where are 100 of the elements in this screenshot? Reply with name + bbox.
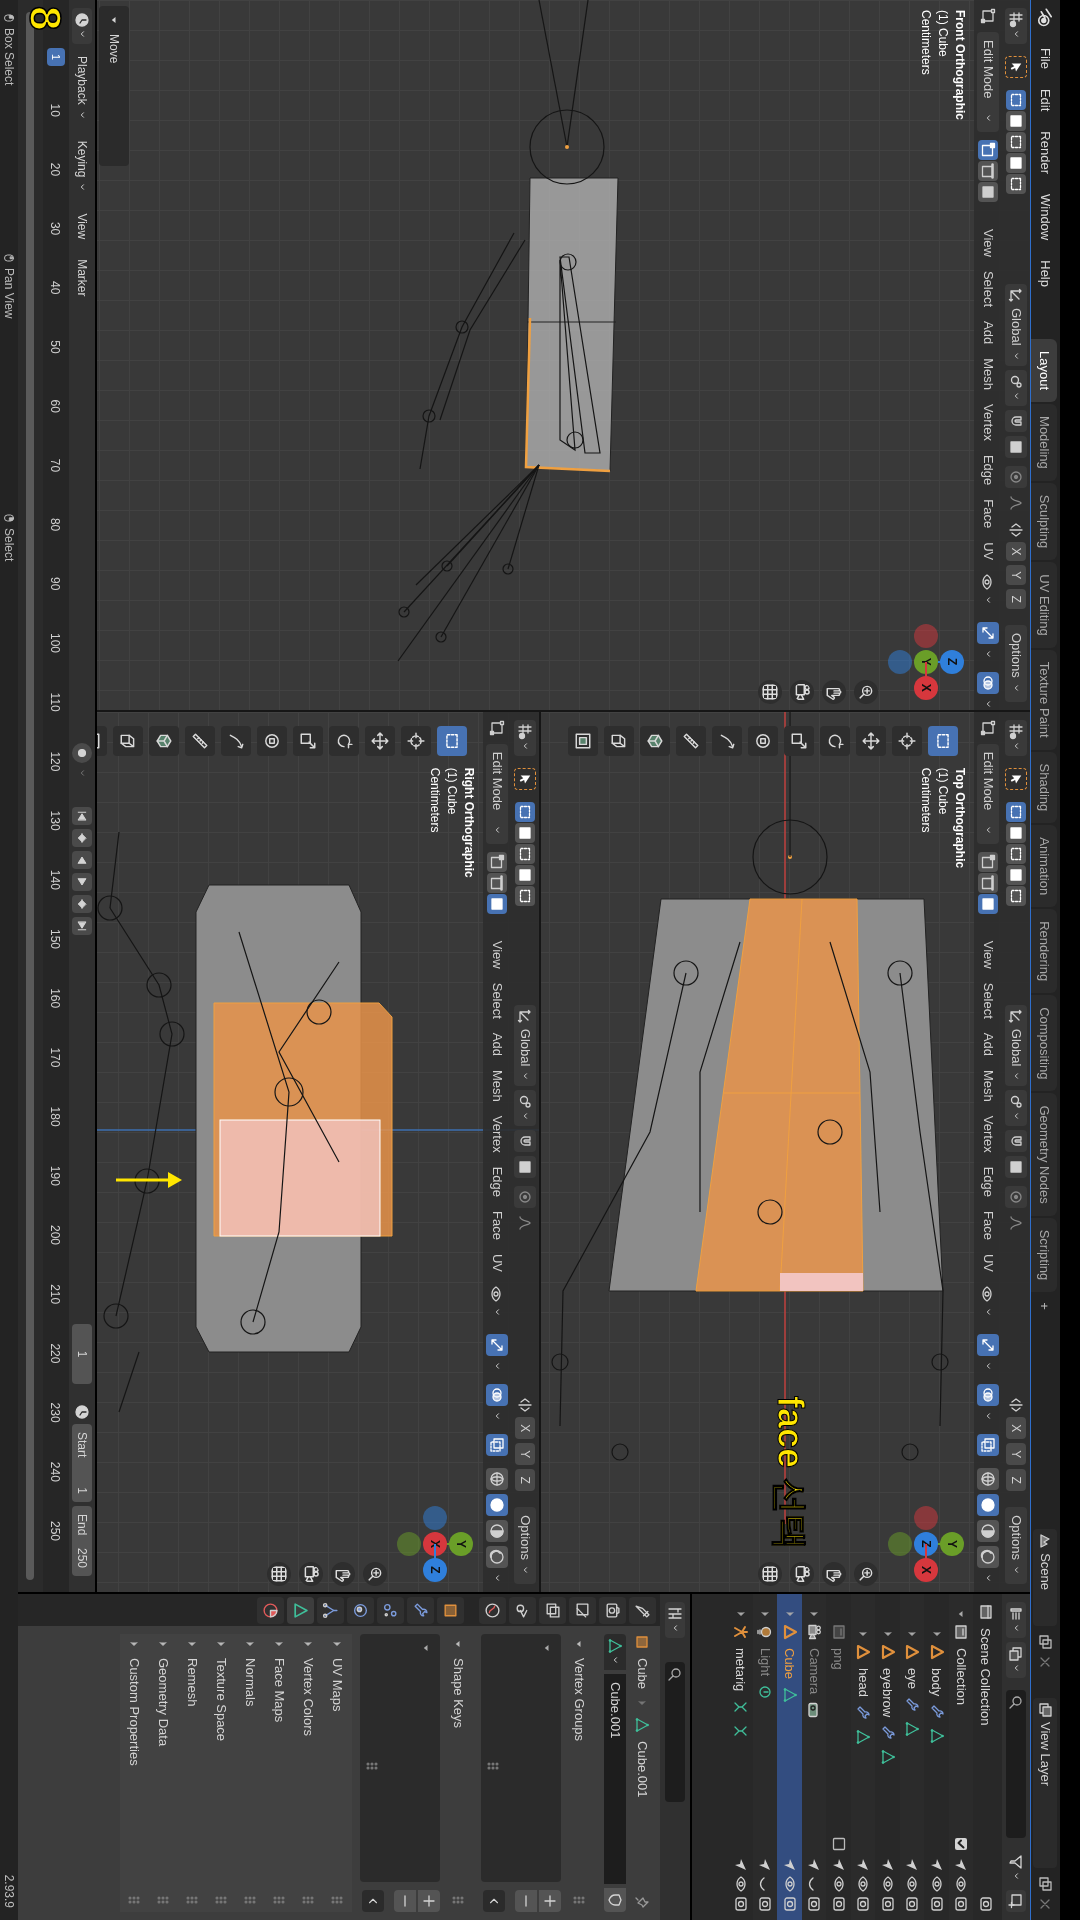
panel-header[interactable]: Vertex Colors — [294, 1634, 323, 1912]
outliner-row[interactable]: Cube — [777, 1594, 802, 1920]
axis-toggle[interactable]: X — [1006, 1417, 1026, 1440]
operator-panel[interactable]: Move — [98, 6, 129, 166]
menu-item[interactable]: Vertex — [486, 1109, 508, 1159]
orientation-dropdown[interactable]: Global — [1005, 1004, 1027, 1087]
datablock-name-field[interactable]: Cube.001 — [604, 1674, 626, 1884]
panel-header[interactable]: Geometry Data — [149, 1634, 178, 1912]
end-frame-field[interactable]: End 250 — [71, 1506, 92, 1576]
frame-number: 250 — [46, 1521, 63, 1541]
frame-number: 70 — [46, 458, 63, 473]
workspace-tab[interactable]: Shading — [1031, 751, 1057, 824]
menu-item[interactable]: Face — [977, 1205, 999, 1246]
axis-toggle[interactable]: Z — [1006, 589, 1026, 609]
menu-item[interactable]: Edge — [977, 448, 999, 492]
status-hint: Pan View — [1, 268, 17, 319]
current-frame-field[interactable]: 1 — [71, 1324, 92, 1384]
scene-selector[interactable]: Scene — [1033, 1529, 1058, 1626]
add-workspace-button[interactable]: + — [1031, 1294, 1057, 1318]
menu-item[interactable]: Help — [1033, 252, 1058, 295]
menu-item[interactable]: UV — [977, 536, 999, 567]
frame-number: 240 — [46, 1461, 63, 1482]
menu-item[interactable]: File — [1033, 40, 1058, 77]
object-name: (1) Cube — [935, 10, 951, 59]
menu-item[interactable]: Window — [1033, 186, 1058, 249]
menu-item[interactable]: View — [71, 205, 92, 248]
menu-item[interactable]: Marker — [71, 251, 92, 305]
menu-item[interactable]: UV — [486, 1247, 508, 1278]
mode-dropdown[interactable]: Edit Mode — [977, 743, 999, 844]
axis-toggle[interactable]: Z — [1006, 1469, 1026, 1492]
status-hint: Box Select — [1, 28, 17, 86]
menu-item[interactable]: Mesh — [977, 352, 999, 397]
panel-header[interactable]: Texture Space — [207, 1634, 236, 1912]
menu-item[interactable]: UV — [977, 1247, 999, 1278]
menu-item[interactable]: Edit — [1033, 80, 1058, 120]
menu-item[interactable]: Edge — [486, 1160, 508, 1204]
menu-item[interactable]: Face — [486, 1205, 508, 1246]
workspace-tab[interactable]: Animation — [1031, 825, 1057, 908]
menu-item[interactable]: Select — [977, 264, 999, 314]
workspace-tab[interactable]: Texture Paint — [1031, 649, 1057, 750]
workspace-tab[interactable]: UV Editing — [1031, 562, 1057, 648]
axis-toggle[interactable]: Y — [515, 1443, 535, 1466]
options-dropdown[interactable]: Options — [1005, 624, 1027, 702]
view-layer-selector[interactable]: View Layer — [1033, 1698, 1058, 1868]
item-name: Cube — [781, 1648, 799, 1680]
menu-item[interactable]: Mesh — [486, 1064, 508, 1108]
workspace-tab[interactable]: Sculpting — [1031, 482, 1057, 561]
axis-toggle[interactable]: Y — [1006, 1443, 1026, 1466]
axis-label: Z — [940, 649, 964, 674]
frame-number: 10 — [46, 103, 63, 117]
menu-item[interactable]: Render — [1033, 123, 1058, 182]
menu-item[interactable]: Add — [977, 1026, 999, 1062]
frame-number: 190 — [46, 1165, 63, 1186]
menu-item[interactable]: Select — [977, 976, 999, 1025]
panel-header[interactable]: Face Maps — [265, 1634, 294, 1912]
breadcrumb-item: Cube.001 — [633, 1741, 651, 1798]
workspace-tab[interactable]: Geometry Nodes — [1031, 1093, 1057, 1216]
workspace-tab[interactable]: Layout — [1031, 339, 1057, 403]
menu-item[interactable]: Select — [486, 976, 508, 1025]
frame-number: 230 — [46, 1402, 63, 1423]
axis-toggle[interactable]: Y — [1006, 565, 1026, 586]
menu-item[interactable]: Vertex — [977, 1109, 999, 1159]
menu-item[interactable]: Add — [977, 315, 999, 351]
workspace-tab[interactable]: Scripting — [1031, 1217, 1057, 1293]
panel-header[interactable]: UV Maps — [323, 1634, 352, 1912]
panel-header[interactable]: Custom Properties — [120, 1634, 149, 1912]
axis-toggle[interactable]: X — [1006, 541, 1026, 562]
frame-number: 220 — [46, 1343, 63, 1364]
menu-item[interactable]: Face — [977, 493, 999, 535]
axis-toggle[interactable]: X — [515, 1417, 535, 1440]
orientation-dropdown[interactable]: Global — [514, 1004, 536, 1087]
mode-dropdown[interactable]: Edit Mode — [977, 32, 999, 132]
item-name: Scene Collection — [977, 1628, 995, 1726]
orientation-dropdown[interactable]: Global — [1005, 284, 1027, 366]
options-dropdown[interactable]: Options — [1005, 1507, 1027, 1584]
menu-item[interactable]: Add — [486, 1026, 508, 1062]
menu-item[interactable]: View — [486, 934, 508, 975]
menu-dropdown[interactable]: Keying — [71, 132, 92, 202]
frame-indicator: 1 — [46, 48, 65, 66]
menu-item[interactable]: View — [977, 223, 999, 263]
annotation-label: face 선택 — [772, 1396, 808, 1551]
start-frame-field[interactable]: Start 1 — [71, 1424, 92, 1502]
workspace-tab[interactable]: Rendering — [1031, 909, 1057, 994]
version-label: 2.93.9 — [1, 1874, 17, 1908]
workspace-tab[interactable]: Compositing — [1031, 995, 1057, 1092]
axis-toggle[interactable]: Z — [515, 1469, 535, 1492]
frame-number: 20 — [46, 162, 63, 177]
frame-number: 110 — [46, 692, 63, 712]
menu-item[interactable]: Vertex — [977, 398, 999, 447]
navigation-gizmo[interactable]: Y Z X — [884, 1504, 966, 1586]
workspace-tab[interactable]: Modeling — [1031, 404, 1057, 481]
mode-dropdown[interactable]: Edit Mode — [486, 743, 508, 844]
item-name: Light — [757, 1648, 774, 1677]
menu-item[interactable]: Edge — [977, 1160, 999, 1204]
panel-header[interactable]: Remesh — [178, 1634, 207, 1912]
panel-header[interactable]: Normals — [236, 1634, 265, 1912]
menu-item[interactable]: View — [977, 934, 999, 975]
options-dropdown[interactable]: Options — [514, 1507, 536, 1584]
menu-item[interactable]: Mesh — [977, 1064, 999, 1108]
menu-dropdown[interactable]: Playback — [71, 48, 92, 129]
